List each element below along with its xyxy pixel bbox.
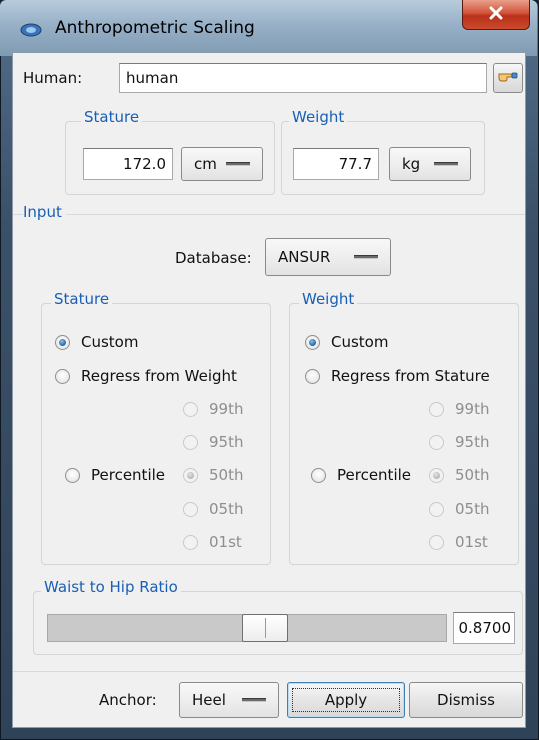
- stature-unit-value: cm: [194, 155, 217, 173]
- stature-unit-dropdown[interactable]: cm: [181, 147, 263, 181]
- database-value: ANSUR: [278, 248, 331, 266]
- anchor-dropdown[interactable]: Heel: [179, 682, 279, 718]
- radio-icon: [305, 368, 320, 384]
- window-app-icon: [20, 23, 42, 37]
- input-separator: [13, 214, 525, 215]
- weight-pct-50-radio[interactable]: 50th: [429, 466, 489, 484]
- pointing-hand-icon: [498, 69, 518, 87]
- stature-percentile-radio[interactable]: Percentile: [65, 466, 165, 484]
- dismiss-button[interactable]: Dismiss: [409, 682, 523, 718]
- chevron-down-icon: [226, 162, 250, 166]
- stature-box-title: Stature: [81, 108, 143, 126]
- radio-selected-icon: [55, 334, 70, 350]
- weight-percentile-radio[interactable]: Percentile: [311, 466, 411, 484]
- database-label: Database:: [175, 249, 252, 267]
- close-button[interactable]: [462, 0, 530, 30]
- pick-human-button[interactable]: [493, 63, 523, 93]
- chevron-down-icon: [242, 698, 266, 702]
- stature-pct-95-radio[interactable]: 95th: [183, 433, 243, 451]
- weight-input-title: Weight: [299, 290, 358, 308]
- anchor-label: Anchor:: [99, 691, 157, 709]
- human-name-field[interactable]: human: [119, 63, 487, 93]
- radio-selected-icon: [429, 467, 444, 483]
- radio-icon: [429, 434, 444, 450]
- waist-hip-title: Waist to Hip Ratio: [41, 578, 181, 596]
- human-label: Human:: [23, 69, 83, 87]
- database-dropdown[interactable]: ANSUR: [265, 238, 391, 276]
- weight-unit-value: kg: [402, 155, 421, 173]
- anchor-value: Heel: [192, 691, 226, 709]
- footer-separator: [13, 671, 525, 672]
- weight-pct-99-radio[interactable]: 99th: [429, 400, 489, 418]
- radio-selected-icon: [183, 467, 198, 483]
- weight-unit-dropdown[interactable]: kg: [389, 147, 471, 181]
- radio-icon: [183, 401, 198, 417]
- stature-pct-05-radio[interactable]: 05th: [183, 500, 243, 518]
- close-icon: [488, 6, 504, 24]
- slider-thumb[interactable]: [242, 614, 288, 642]
- chevron-down-icon: [354, 255, 378, 259]
- input-section-title: Input: [23, 203, 66, 221]
- stature-value-field[interactable]: 172.0: [83, 148, 173, 180]
- stature-custom-radio[interactable]: Custom: [55, 333, 138, 351]
- weight-box-title: Weight: [289, 108, 348, 126]
- weight-custom-radio[interactable]: Custom: [305, 333, 388, 351]
- radio-icon: [429, 401, 444, 417]
- radio-icon: [55, 368, 70, 384]
- radio-icon: [429, 534, 444, 550]
- title-bar[interactable]: Anthropometric Scaling: [0, 0, 537, 56]
- stature-input-title: Stature: [51, 290, 113, 308]
- stature-pct-01-radio[interactable]: 01st: [183, 533, 242, 551]
- radio-icon: [183, 534, 198, 550]
- waist-hip-slider[interactable]: [47, 614, 447, 642]
- stature-pct-99-radio[interactable]: 99th: [183, 400, 243, 418]
- radio-icon: [311, 467, 326, 483]
- chevron-down-icon: [434, 162, 458, 166]
- apply-button[interactable]: Apply: [287, 682, 405, 718]
- window-title: Anthropometric Scaling: [55, 18, 255, 38]
- radio-selected-icon: [305, 334, 320, 350]
- waist-hip-value-field[interactable]: 0.8700: [453, 612, 515, 644]
- weight-pct-95-radio[interactable]: 95th: [429, 433, 489, 451]
- radio-icon: [65, 467, 80, 483]
- stature-regress-radio[interactable]: Regress from Weight: [55, 367, 237, 385]
- radio-icon: [183, 434, 198, 450]
- stature-pct-50-radio[interactable]: 50th: [183, 466, 243, 484]
- weight-pct-01-radio[interactable]: 01st: [429, 533, 488, 551]
- radio-icon: [183, 501, 198, 517]
- dialog-body: Human: human Stature 172.0 cm Weight 77.…: [12, 52, 526, 728]
- weight-regress-radio[interactable]: Regress from Stature: [305, 367, 490, 385]
- weight-value-field[interactable]: 77.7: [293, 148, 379, 180]
- weight-pct-05-radio[interactable]: 05th: [429, 500, 489, 518]
- radio-icon: [429, 501, 444, 517]
